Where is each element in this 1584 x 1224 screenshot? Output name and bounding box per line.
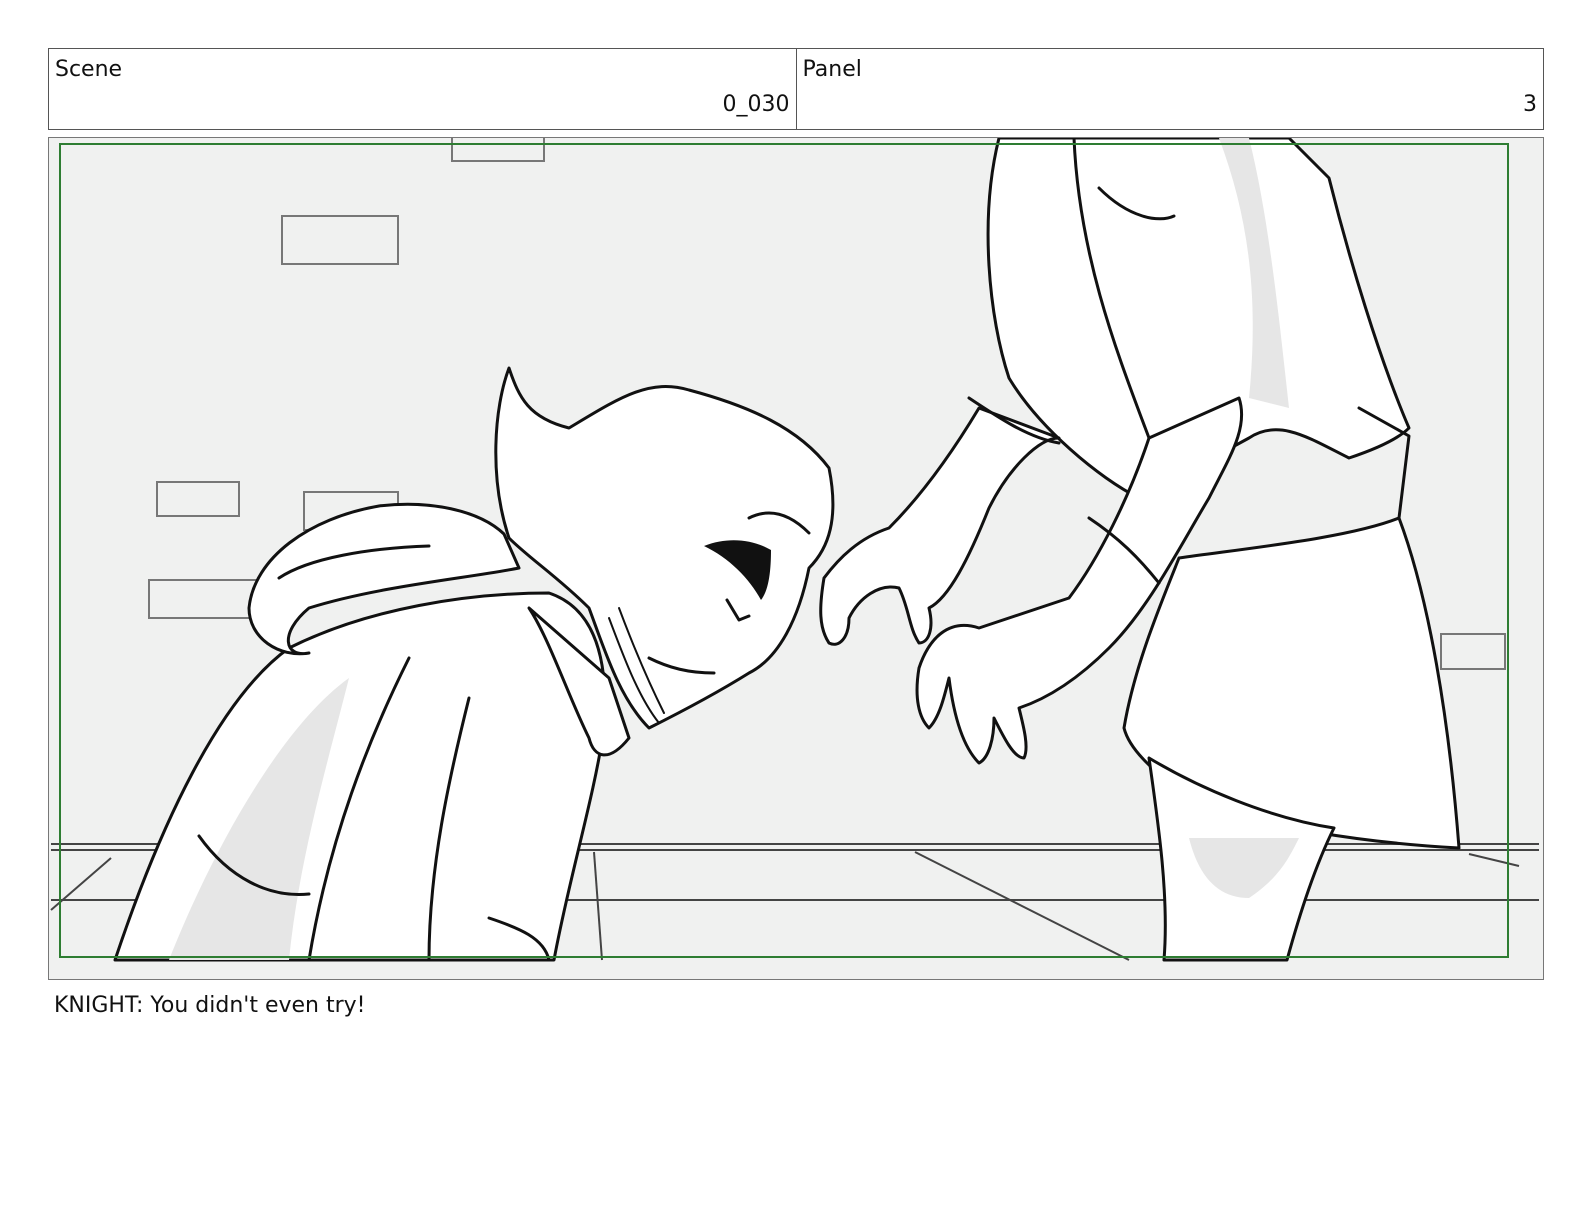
panel-header: Scene 0_030 Panel 3 (48, 48, 1544, 130)
panel-cell: Panel 3 (795, 49, 1544, 129)
scene-value: 0_030 (722, 92, 790, 117)
scene-cell: Scene 0_030 (49, 49, 796, 129)
dialogue-caption: KNIGHT: You didn't even try! (54, 993, 366, 1018)
storyboard-frame (48, 137, 1544, 980)
storyboard-sketch (49, 138, 1543, 979)
scene-label: Scene (55, 57, 123, 82)
panel-label: Panel (802, 57, 862, 82)
panel-value: 3 (1523, 92, 1537, 117)
